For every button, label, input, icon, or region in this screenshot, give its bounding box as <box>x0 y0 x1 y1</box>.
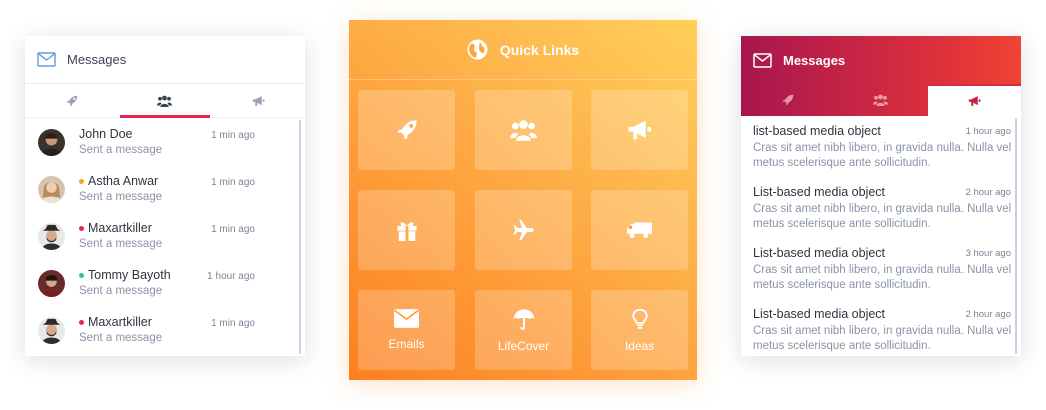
messages-header: Messages <box>741 36 1021 84</box>
scrollbar[interactable] <box>299 120 301 354</box>
contact-name: Astha Anwar <box>88 174 159 188</box>
quick-links-title: Quick Links <box>499 41 580 58</box>
list-item[interactable]: List-based media object 2 hour ago Cras … <box>753 307 1011 356</box>
list-item[interactable]: List-based media object 3 hour ago Cras … <box>753 246 1011 306</box>
envelope-icon <box>753 52 772 68</box>
tab-rocket[interactable] <box>25 84 118 117</box>
list-item[interactable]: John Doe Sent a message 1 min ago <box>25 124 305 170</box>
timestamp: 2 hour ago <box>965 187 1011 198</box>
timestamp: 1 min ago <box>211 177 255 188</box>
timestamp: 1 hour ago <box>207 271 255 282</box>
avatar <box>38 270 65 297</box>
tile-label: Emails <box>388 337 425 351</box>
quick-link-bullhorn[interactable] <box>591 90 688 170</box>
bullhorn-icon <box>627 119 652 141</box>
quick-links-panel: Quick Links Emails LifeCover Ideas <box>349 20 697 380</box>
message-body: Cras sit amet nibh libero, in gravida nu… <box>753 203 1012 230</box>
contact-name: Tommy Bayoth <box>88 268 171 282</box>
messages-header: Messages <box>25 36 305 84</box>
timestamp: 1 min ago <box>211 224 255 235</box>
gift-icon <box>396 219 418 241</box>
rocket-icon <box>66 95 78 107</box>
umbrella-icon <box>513 308 535 330</box>
rocket-icon <box>396 119 418 141</box>
scrollbar[interactable] <box>1015 118 1017 354</box>
rocket-icon <box>782 94 794 106</box>
avatar <box>38 176 65 203</box>
bullhorn-icon <box>968 95 981 107</box>
contact-name: John Doe <box>79 127 133 141</box>
list-item[interactable]: Tommy Bayoth Sent a message 1 hour ago <box>25 265 305 311</box>
envelope-icon <box>37 52 56 67</box>
messages-title: Messages <box>783 52 846 68</box>
messages-title: Messages <box>67 52 127 67</box>
message-list: list-based media object 1 hour ago Cras … <box>741 116 1021 356</box>
tile-label: LifeCover <box>497 338 550 353</box>
users-icon <box>157 95 173 107</box>
timestamp: 1 hour ago <box>965 126 1011 137</box>
status-dot <box>79 225 84 231</box>
messages-tabs <box>25 84 305 118</box>
messages-tabs <box>741 84 1021 116</box>
truck-icon <box>627 220 652 240</box>
timestamp: 1 min ago <box>211 130 255 141</box>
quick-link-truck[interactable] <box>591 190 688 270</box>
message-body: Cras sit amet nibh libero, in gravida nu… <box>753 142 1012 169</box>
message-preview: Sent a message <box>79 191 163 203</box>
message-preview: Sent a message <box>79 144 163 156</box>
tab-users[interactable] <box>834 84 927 116</box>
users-icon <box>873 94 889 106</box>
status-dot <box>79 272 84 278</box>
tile-label: Ideas <box>624 338 655 353</box>
quick-link-ideas[interactable]: Ideas <box>591 290 688 370</box>
timestamp: 2 hour ago <box>965 309 1011 320</box>
message-preview: Sent a message <box>79 238 163 250</box>
timestamp: 1 min ago <box>211 318 255 329</box>
list-item[interactable]: Maxartkiller Sent a message 1 min ago <box>25 312 305 356</box>
globe-icon <box>467 39 488 60</box>
quick-link-emails[interactable]: Emails <box>358 290 455 370</box>
tab-rocket[interactable] <box>741 84 834 116</box>
list-item[interactable]: list-based media object 1 hour ago Cras … <box>753 124 1011 184</box>
bullhorn-icon <box>252 95 265 107</box>
avatar <box>38 317 65 344</box>
contact-name: Maxartkiller <box>88 315 152 329</box>
message-title: List-based media object <box>753 185 886 199</box>
message-title: list-based media object <box>753 124 881 138</box>
list-item[interactable]: List-based media object 2 hour ago Cras … <box>753 185 1011 245</box>
message-preview: Sent a message <box>79 332 163 344</box>
status-dot <box>79 319 84 325</box>
message-body: Cras sit amet nibh libero, in gravida nu… <box>753 325 1012 352</box>
quick-link-users[interactable] <box>475 90 572 170</box>
avatar <box>38 129 65 156</box>
avatar <box>38 223 65 250</box>
message-title: List-based media object <box>753 246 886 260</box>
user-list: John Doe Sent a message 1 min ago Astha … <box>25 118 305 356</box>
quick-link-plane[interactable] <box>475 190 572 270</box>
message-body: Cras sit amet nibh libero, in gravida nu… <box>753 264 1012 291</box>
timestamp: 3 hour ago <box>965 248 1011 259</box>
messages-panel-alt: Messages list-based media object 1 hour … <box>741 36 1021 356</box>
list-item[interactable]: Maxartkiller Sent a message 1 min ago <box>25 218 305 264</box>
envelope-icon <box>394 309 419 328</box>
tab-bullhorn[interactable] <box>212 84 305 117</box>
plane-icon <box>513 219 535 241</box>
lightbulb-icon <box>631 308 648 330</box>
quick-link-lifecover[interactable]: LifeCover <box>475 290 572 370</box>
quick-link-rocket[interactable] <box>358 90 455 170</box>
message-preview: Sent a message <box>79 285 163 297</box>
message-title: List-based media object <box>753 307 886 321</box>
status-dot <box>79 178 84 184</box>
tab-bullhorn[interactable] <box>927 84 1021 116</box>
tab-users[interactable] <box>118 84 211 118</box>
messages-panel: Messages John Doe Sent a message 1 min a… <box>25 36 305 356</box>
list-item[interactable]: Astha Anwar Sent a message 1 min ago <box>25 171 305 217</box>
users-icon <box>510 119 537 141</box>
contact-name: Maxartkiller <box>88 221 152 235</box>
quick-link-gift[interactable] <box>358 190 455 270</box>
quick-links-header: Quick Links <box>349 20 697 80</box>
